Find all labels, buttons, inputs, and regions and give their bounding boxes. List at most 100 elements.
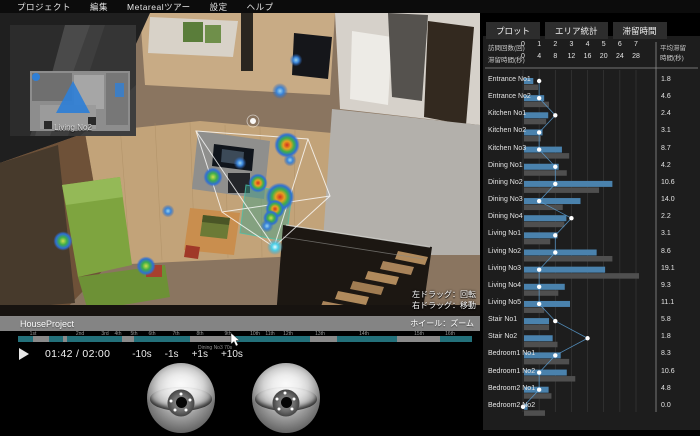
dwell-bar <box>524 284 565 290</box>
visits-dot <box>553 319 557 323</box>
dwell-bar-secondary <box>524 85 538 91</box>
dwell-bar-secondary <box>524 359 569 365</box>
dwell-bar-secondary <box>524 170 567 176</box>
visits-dot <box>537 370 541 374</box>
dwell-bar-secondary <box>524 239 550 245</box>
iris <box>273 389 300 416</box>
hint-right-drag: 右ドラッグ：移動 <box>412 300 476 311</box>
menu-item[interactable]: ヘルプ <box>247 1 274 13</box>
visits-dot <box>553 182 557 186</box>
chart-row-label: Dining No4 <box>488 213 523 220</box>
menu-item[interactable]: 編集 <box>90 1 108 13</box>
chart-row-label: Living No3 <box>488 265 521 272</box>
gaze-heat-point <box>284 154 297 167</box>
dwell-bar <box>524 301 570 307</box>
gaze-heat-point <box>290 54 303 67</box>
red-box <box>184 245 200 259</box>
dwell-bar-secondary <box>524 119 546 125</box>
playback-controls: 01:42 / 02:00 -10s-1s+1s+10s <box>0 344 480 364</box>
hint-left-drag: 左ドラッグ：回転 <box>412 289 476 300</box>
dwell-bar <box>524 267 605 273</box>
chart-row-label: Bedroom1 No2 <box>488 368 535 375</box>
skip-button--10s[interactable]: -10s <box>132 349 151 360</box>
dwell-bar-secondary <box>524 325 549 331</box>
dwell-bar <box>524 250 597 256</box>
avg-dwell-value: 1.8 <box>661 76 671 83</box>
visits-dot <box>537 199 541 203</box>
menu-item[interactable]: プロジェクト <box>17 1 71 13</box>
chart-row-label: Bedroom2 No2 <box>488 402 535 409</box>
dwell-bar-secondary <box>524 273 639 279</box>
visits-dot <box>537 130 541 134</box>
timeline-segment <box>33 336 49 342</box>
dwell-bar <box>524 112 548 118</box>
timeline-segment <box>134 336 190 342</box>
minimap-image <box>10 25 136 136</box>
menu-item[interactable]: Metarealツアー <box>127 1 191 13</box>
skip-button-+1s[interactable]: +1s <box>192 349 208 360</box>
gaze-heat-point <box>261 220 274 233</box>
avg-dwell-value: 2.4 <box>661 110 671 117</box>
chart-row-label: Dining No1 <box>488 162 523 169</box>
skip-button-+10s[interactable]: +10s <box>221 349 243 360</box>
avg-dwell-value: 5.8 <box>661 316 671 323</box>
project-name: HouseProject <box>20 319 74 329</box>
gaze-heat-point <box>53 231 72 250</box>
visits-dot <box>537 302 541 306</box>
visits-dot <box>537 388 541 392</box>
gaze-heat-point <box>272 83 288 99</box>
dwell-bar-secondary <box>524 136 541 142</box>
chart-row-label: Entrance No2 <box>488 93 531 100</box>
pupil <box>176 397 187 408</box>
chart-row-label: Living No5 <box>488 299 521 306</box>
dwell-bar-secondary <box>524 256 612 262</box>
application-window: プロジェクト 編集 Metarealツアー 設定 ヘルプ <box>0 0 700 436</box>
chart-row-label: Kitchen No2 <box>488 127 526 134</box>
skip-button--1s[interactable]: -1s <box>165 349 179 360</box>
dwell-bar <box>524 318 549 324</box>
timeline-segment <box>67 336 122 342</box>
dwell-bar-secondary <box>524 410 545 416</box>
avg-dwell-value: 4.8 <box>661 385 671 392</box>
dwell-bar <box>524 198 581 204</box>
avg-dwell-value: 4.2 <box>661 162 671 169</box>
timeline-segment <box>397 336 440 342</box>
chart-row-label: Stair No1 <box>488 316 517 323</box>
eye-camera-left <box>147 363 215 433</box>
visits-dot <box>553 353 557 357</box>
play-button[interactable] <box>19 348 29 360</box>
timeline-segment <box>233 336 310 342</box>
dwell-bar-secondary <box>524 393 551 399</box>
menu-item[interactable]: 設定 <box>210 1 228 13</box>
avg-dwell-value: 1.8 <box>661 333 671 340</box>
timeline: 1st2nd3rd4th5th6th7th8th9th10th11th12th1… <box>0 331 480 344</box>
dwell-bar-secondary <box>524 342 557 348</box>
chart-row-label: Living No2 <box>488 248 521 255</box>
gaze-heat-point <box>274 132 300 158</box>
chart-row-label: Dining No2 <box>488 179 523 186</box>
avg-dwell-value: 4.6 <box>661 93 671 100</box>
dwell-bar <box>524 181 612 187</box>
chart-row-label: Bedroom2 No1 <box>488 385 535 392</box>
chart-row-label: Entrance No1 <box>488 76 531 83</box>
avg-dwell-value: 9.3 <box>661 282 671 289</box>
dwell-bar-secondary <box>524 290 558 296</box>
avg-dwell-value: 8.7 <box>661 145 671 152</box>
visits-dot <box>537 285 541 289</box>
ladder <box>241 13 253 71</box>
visits-dot <box>537 96 541 100</box>
iris <box>168 389 195 416</box>
chart-row-label: Kitchen No1 <box>488 110 526 117</box>
avg-dwell-value: 10.6 <box>661 179 675 186</box>
visits-dot <box>553 165 557 169</box>
timeline-track[interactable] <box>18 336 472 342</box>
visits-dot <box>553 113 557 117</box>
right-floor <box>322 109 480 255</box>
dark-door <box>424 21 474 125</box>
avg-dwell-value: 2.2 <box>661 213 671 220</box>
bright-wall-panel <box>350 31 392 105</box>
gaze-heat-point <box>248 173 267 192</box>
gaze-heat-point <box>234 157 247 170</box>
visits-dot <box>537 267 541 271</box>
visits-dot <box>553 233 557 237</box>
